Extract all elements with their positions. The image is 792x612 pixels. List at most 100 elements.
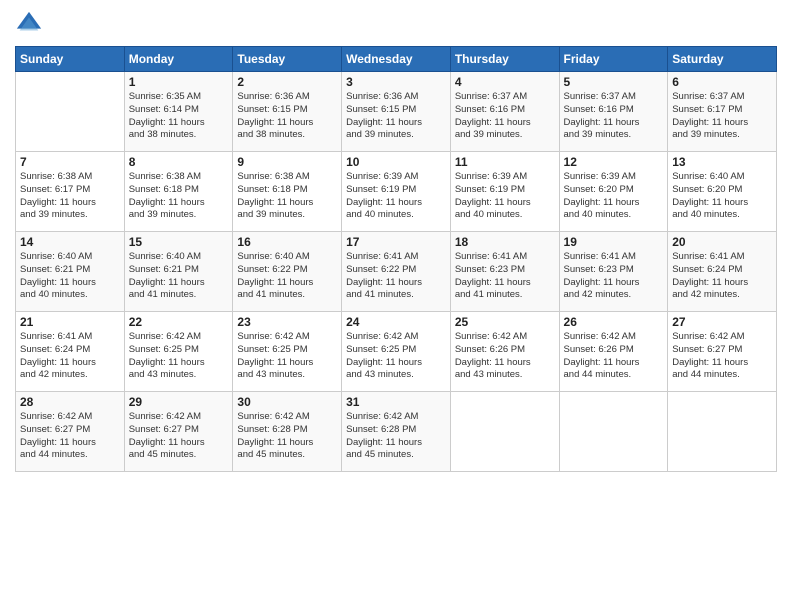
calendar-cell: 8 Sunrise: 6:38 AM Sunset: 6:18 PM Daylig… <box>124 152 233 232</box>
day-number: 20 <box>672 235 772 249</box>
day-info: Sunrise: 6:39 AM Sunset: 6:19 PM Dayligh… <box>455 171 555 222</box>
day-number: 11 <box>455 155 555 169</box>
day-info: Sunrise: 6:35 AM Sunset: 6:14 PM Dayligh… <box>129 91 229 142</box>
day-number: 10 <box>346 155 446 169</box>
day-info: Sunrise: 6:42 AM Sunset: 6:28 PM Dayligh… <box>346 411 446 462</box>
day-number: 1 <box>129 75 229 89</box>
day-number: 14 <box>20 235 120 249</box>
day-info: Sunrise: 6:41 AM Sunset: 6:23 PM Dayligh… <box>455 251 555 302</box>
calendar-cell: 28Sunrise: 6:42 AM Sunset: 6:27 PM Dayli… <box>16 392 125 472</box>
day-info: Sunrise: 6:36 AM Sunset: 6:15 PM Dayligh… <box>346 91 446 142</box>
day-number: 19 <box>564 235 664 249</box>
calendar-cell: 4Sunrise: 6:37 AM Sunset: 6:16 PM Daylig… <box>450 72 559 152</box>
header-day-sunday: Sunday <box>16 47 125 72</box>
day-info: Sunrise: 6:36 AM Sunset: 6:15 PM Dayligh… <box>237 91 337 142</box>
calendar-cell <box>559 392 668 472</box>
calendar-cell: 25 Sunrise: 6:42 AM Sunset: 6:26 PM Dayli… <box>450 312 559 392</box>
calendar-cell: 24 Sunrise: 6:42 AM Sunset: 6:25 PM Dayli… <box>342 312 451 392</box>
day-info: Sunrise: 6:40 AM Sunset: 6:20 PM Dayligh… <box>672 171 772 222</box>
calendar-cell: 29Sunrise: 6:42 AM Sunset: 6:27 PM Dayli… <box>124 392 233 472</box>
day-info: Sunrise: 6:42 AM Sunset: 6:27 PM Dayligh… <box>672 331 772 382</box>
calendar-cell: 14 Sunrise: 6:40 AM Sunset: 6:21 PM Dayli… <box>16 232 125 312</box>
day-number: 28 <box>20 395 120 409</box>
day-info: Sunrise: 6:40 AM Sunset: 6:21 PM Dayligh… <box>20 251 120 302</box>
day-number: 27 <box>672 315 772 329</box>
day-number: 31 <box>346 395 446 409</box>
day-info: Sunrise: 6:42 AM Sunset: 6:25 PM Dayligh… <box>129 331 229 382</box>
calendar-cell: 27 Sunrise: 6:42 AM Sunset: 6:27 PM Dayli… <box>668 312 777 392</box>
calendar-cell: 6 Sunrise: 6:37 AM Sunset: 6:17 PM Daylig… <box>668 72 777 152</box>
week-row-4: 21Sunrise: 6:41 AM Sunset: 6:24 PM Dayli… <box>16 312 777 392</box>
day-info: Sunrise: 6:42 AM Sunset: 6:25 PM Dayligh… <box>237 331 337 382</box>
day-info: Sunrise: 6:41 AM Sunset: 6:24 PM Dayligh… <box>672 251 772 302</box>
header <box>15 10 777 38</box>
day-info: Sunrise: 6:38 AM Sunset: 6:18 PM Dayligh… <box>129 171 229 222</box>
header-day-wednesday: Wednesday <box>342 47 451 72</box>
calendar-cell: 17 Sunrise: 6:41 AM Sunset: 6:22 PM Dayli… <box>342 232 451 312</box>
calendar-cell: 12 Sunrise: 6:39 AM Sunset: 6:20 PM Dayli… <box>559 152 668 232</box>
calendar-cell: 31 Sunrise: 6:42 AM Sunset: 6:28 PM Dayli… <box>342 392 451 472</box>
calendar-cell: 13 Sunrise: 6:40 AM Sunset: 6:20 PM Dayli… <box>668 152 777 232</box>
header-day-friday: Friday <box>559 47 668 72</box>
day-info: Sunrise: 6:40 AM Sunset: 6:21 PM Dayligh… <box>129 251 229 302</box>
day-number: 8 <box>129 155 229 169</box>
header-day-thursday: Thursday <box>450 47 559 72</box>
calendar-cell <box>450 392 559 472</box>
calendar-cell: 1 Sunrise: 6:35 AM Sunset: 6:14 PM Daylig… <box>124 72 233 152</box>
day-number: 9 <box>237 155 337 169</box>
day-number: 26 <box>564 315 664 329</box>
day-info: Sunrise: 6:42 AM Sunset: 6:28 PM Dayligh… <box>237 411 337 462</box>
day-number: 7 <box>20 155 120 169</box>
calendar-cell: 5 Sunrise: 6:37 AM Sunset: 6:16 PM Daylig… <box>559 72 668 152</box>
day-number: 23 <box>237 315 337 329</box>
week-row-5: 28Sunrise: 6:42 AM Sunset: 6:27 PM Dayli… <box>16 392 777 472</box>
day-number: 24 <box>346 315 446 329</box>
logo <box>15 10 47 38</box>
week-row-2: 7Sunrise: 6:38 AM Sunset: 6:17 PM Daylig… <box>16 152 777 232</box>
calendar-cell: 26Sunrise: 6:42 AM Sunset: 6:26 PM Dayli… <box>559 312 668 392</box>
day-number: 21 <box>20 315 120 329</box>
logo-icon <box>15 10 43 38</box>
day-number: 6 <box>672 75 772 89</box>
calendar-cell: 16Sunrise: 6:40 AM Sunset: 6:22 PM Dayli… <box>233 232 342 312</box>
day-number: 25 <box>455 315 555 329</box>
day-info: Sunrise: 6:41 AM Sunset: 6:22 PM Dayligh… <box>346 251 446 302</box>
day-info: Sunrise: 6:37 AM Sunset: 6:16 PM Dayligh… <box>564 91 664 142</box>
header-day-tuesday: Tuesday <box>233 47 342 72</box>
calendar-cell <box>16 72 125 152</box>
calendar-cell: 19 Sunrise: 6:41 AM Sunset: 6:23 PM Dayli… <box>559 232 668 312</box>
calendar-cell: 11 Sunrise: 6:39 AM Sunset: 6:19 PM Dayli… <box>450 152 559 232</box>
week-row-3: 14 Sunrise: 6:40 AM Sunset: 6:21 PM Dayli… <box>16 232 777 312</box>
calendar-cell <box>668 392 777 472</box>
day-number: 5 <box>564 75 664 89</box>
calendar-cell: 18 Sunrise: 6:41 AM Sunset: 6:23 PM Dayli… <box>450 232 559 312</box>
day-info: Sunrise: 6:39 AM Sunset: 6:19 PM Dayligh… <box>346 171 446 222</box>
day-number: 4 <box>455 75 555 89</box>
day-number: 17 <box>346 235 446 249</box>
day-number: 22 <box>129 315 229 329</box>
day-number: 12 <box>564 155 664 169</box>
calendar-cell: 20 Sunrise: 6:41 AM Sunset: 6:24 PM Dayli… <box>668 232 777 312</box>
calendar-cell: 3 Sunrise: 6:36 AM Sunset: 6:15 PM Daylig… <box>342 72 451 152</box>
calendar-cell: 7Sunrise: 6:38 AM Sunset: 6:17 PM Daylig… <box>16 152 125 232</box>
day-number: 3 <box>346 75 446 89</box>
header-day-monday: Monday <box>124 47 233 72</box>
header-row: SundayMondayTuesdayWednesdayThursdayFrid… <box>16 47 777 72</box>
calendar-cell: 2 Sunrise: 6:36 AM Sunset: 6:15 PM Daylig… <box>233 72 342 152</box>
day-info: Sunrise: 6:39 AM Sunset: 6:20 PM Dayligh… <box>564 171 664 222</box>
day-info: Sunrise: 6:40 AM Sunset: 6:22 PM Dayligh… <box>237 251 337 302</box>
day-info: Sunrise: 6:38 AM Sunset: 6:18 PM Dayligh… <box>237 171 337 222</box>
day-number: 13 <box>672 155 772 169</box>
calendar-cell: 21Sunrise: 6:41 AM Sunset: 6:24 PM Dayli… <box>16 312 125 392</box>
header-day-saturday: Saturday <box>668 47 777 72</box>
day-number: 2 <box>237 75 337 89</box>
calendar-cell: 15Sunrise: 6:40 AM Sunset: 6:21 PM Dayli… <box>124 232 233 312</box>
day-info: Sunrise: 6:42 AM Sunset: 6:26 PM Dayligh… <box>455 331 555 382</box>
day-number: 18 <box>455 235 555 249</box>
calendar-cell: 9 Sunrise: 6:38 AM Sunset: 6:18 PM Daylig… <box>233 152 342 232</box>
page: SundayMondayTuesdayWednesdayThursdayFrid… <box>0 0 792 612</box>
day-info: Sunrise: 6:41 AM Sunset: 6:23 PM Dayligh… <box>564 251 664 302</box>
day-info: Sunrise: 6:37 AM Sunset: 6:17 PM Dayligh… <box>672 91 772 142</box>
day-info: Sunrise: 6:42 AM Sunset: 6:25 PM Dayligh… <box>346 331 446 382</box>
day-number: 29 <box>129 395 229 409</box>
